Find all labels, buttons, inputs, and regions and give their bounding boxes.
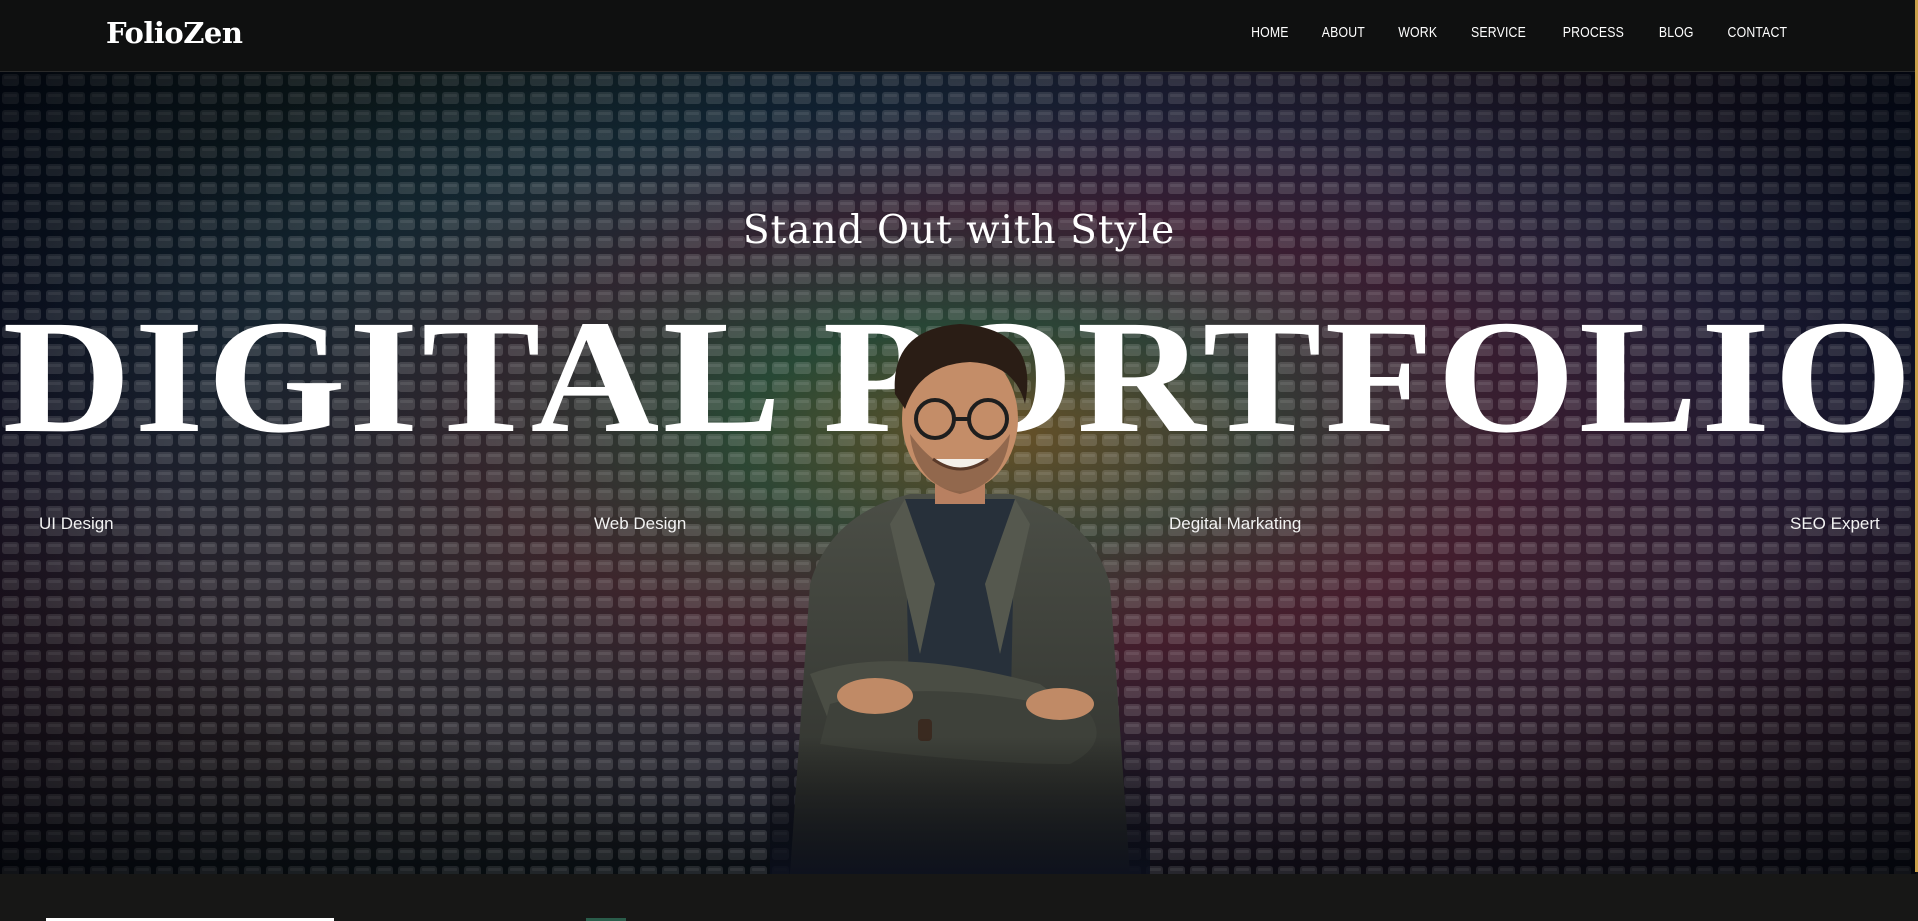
skill-ui-design: UI Design xyxy=(39,514,114,533)
nav-about[interactable]: ABOUT xyxy=(1312,24,1375,41)
nav-home[interactable]: HOME xyxy=(1241,24,1298,41)
skill-seo-expert: SEO Expert xyxy=(1790,514,1880,533)
hero-subtitle: Stand Out with Style xyxy=(742,208,1176,253)
next-section xyxy=(0,874,1918,921)
nav-contact[interactable]: CONTACT xyxy=(1718,24,1797,41)
portrait-image xyxy=(770,324,1150,874)
skill-web-design: Web Design xyxy=(594,514,687,533)
skill-digital-marketing: Degital Markating xyxy=(1169,514,1302,533)
nav-blog[interactable]: BLOG xyxy=(1649,24,1704,41)
top-navbar: FolioZen HOME ABOUT WORK SERVICE PROCESS… xyxy=(0,0,1918,72)
nav-service[interactable]: SERVICE xyxy=(1461,24,1536,41)
nav-work[interactable]: WORK xyxy=(1388,24,1447,41)
nav-process[interactable]: PROCESS xyxy=(1553,24,1634,41)
main-nav: HOME ABOUT WORK SERVICE PROCESS BLOG CON… xyxy=(1235,24,1806,41)
site-logo[interactable]: FolioZen xyxy=(106,16,243,50)
hero-section: Stand Out with Style DIGITAL PORTFOLIO U… xyxy=(0,72,1918,874)
